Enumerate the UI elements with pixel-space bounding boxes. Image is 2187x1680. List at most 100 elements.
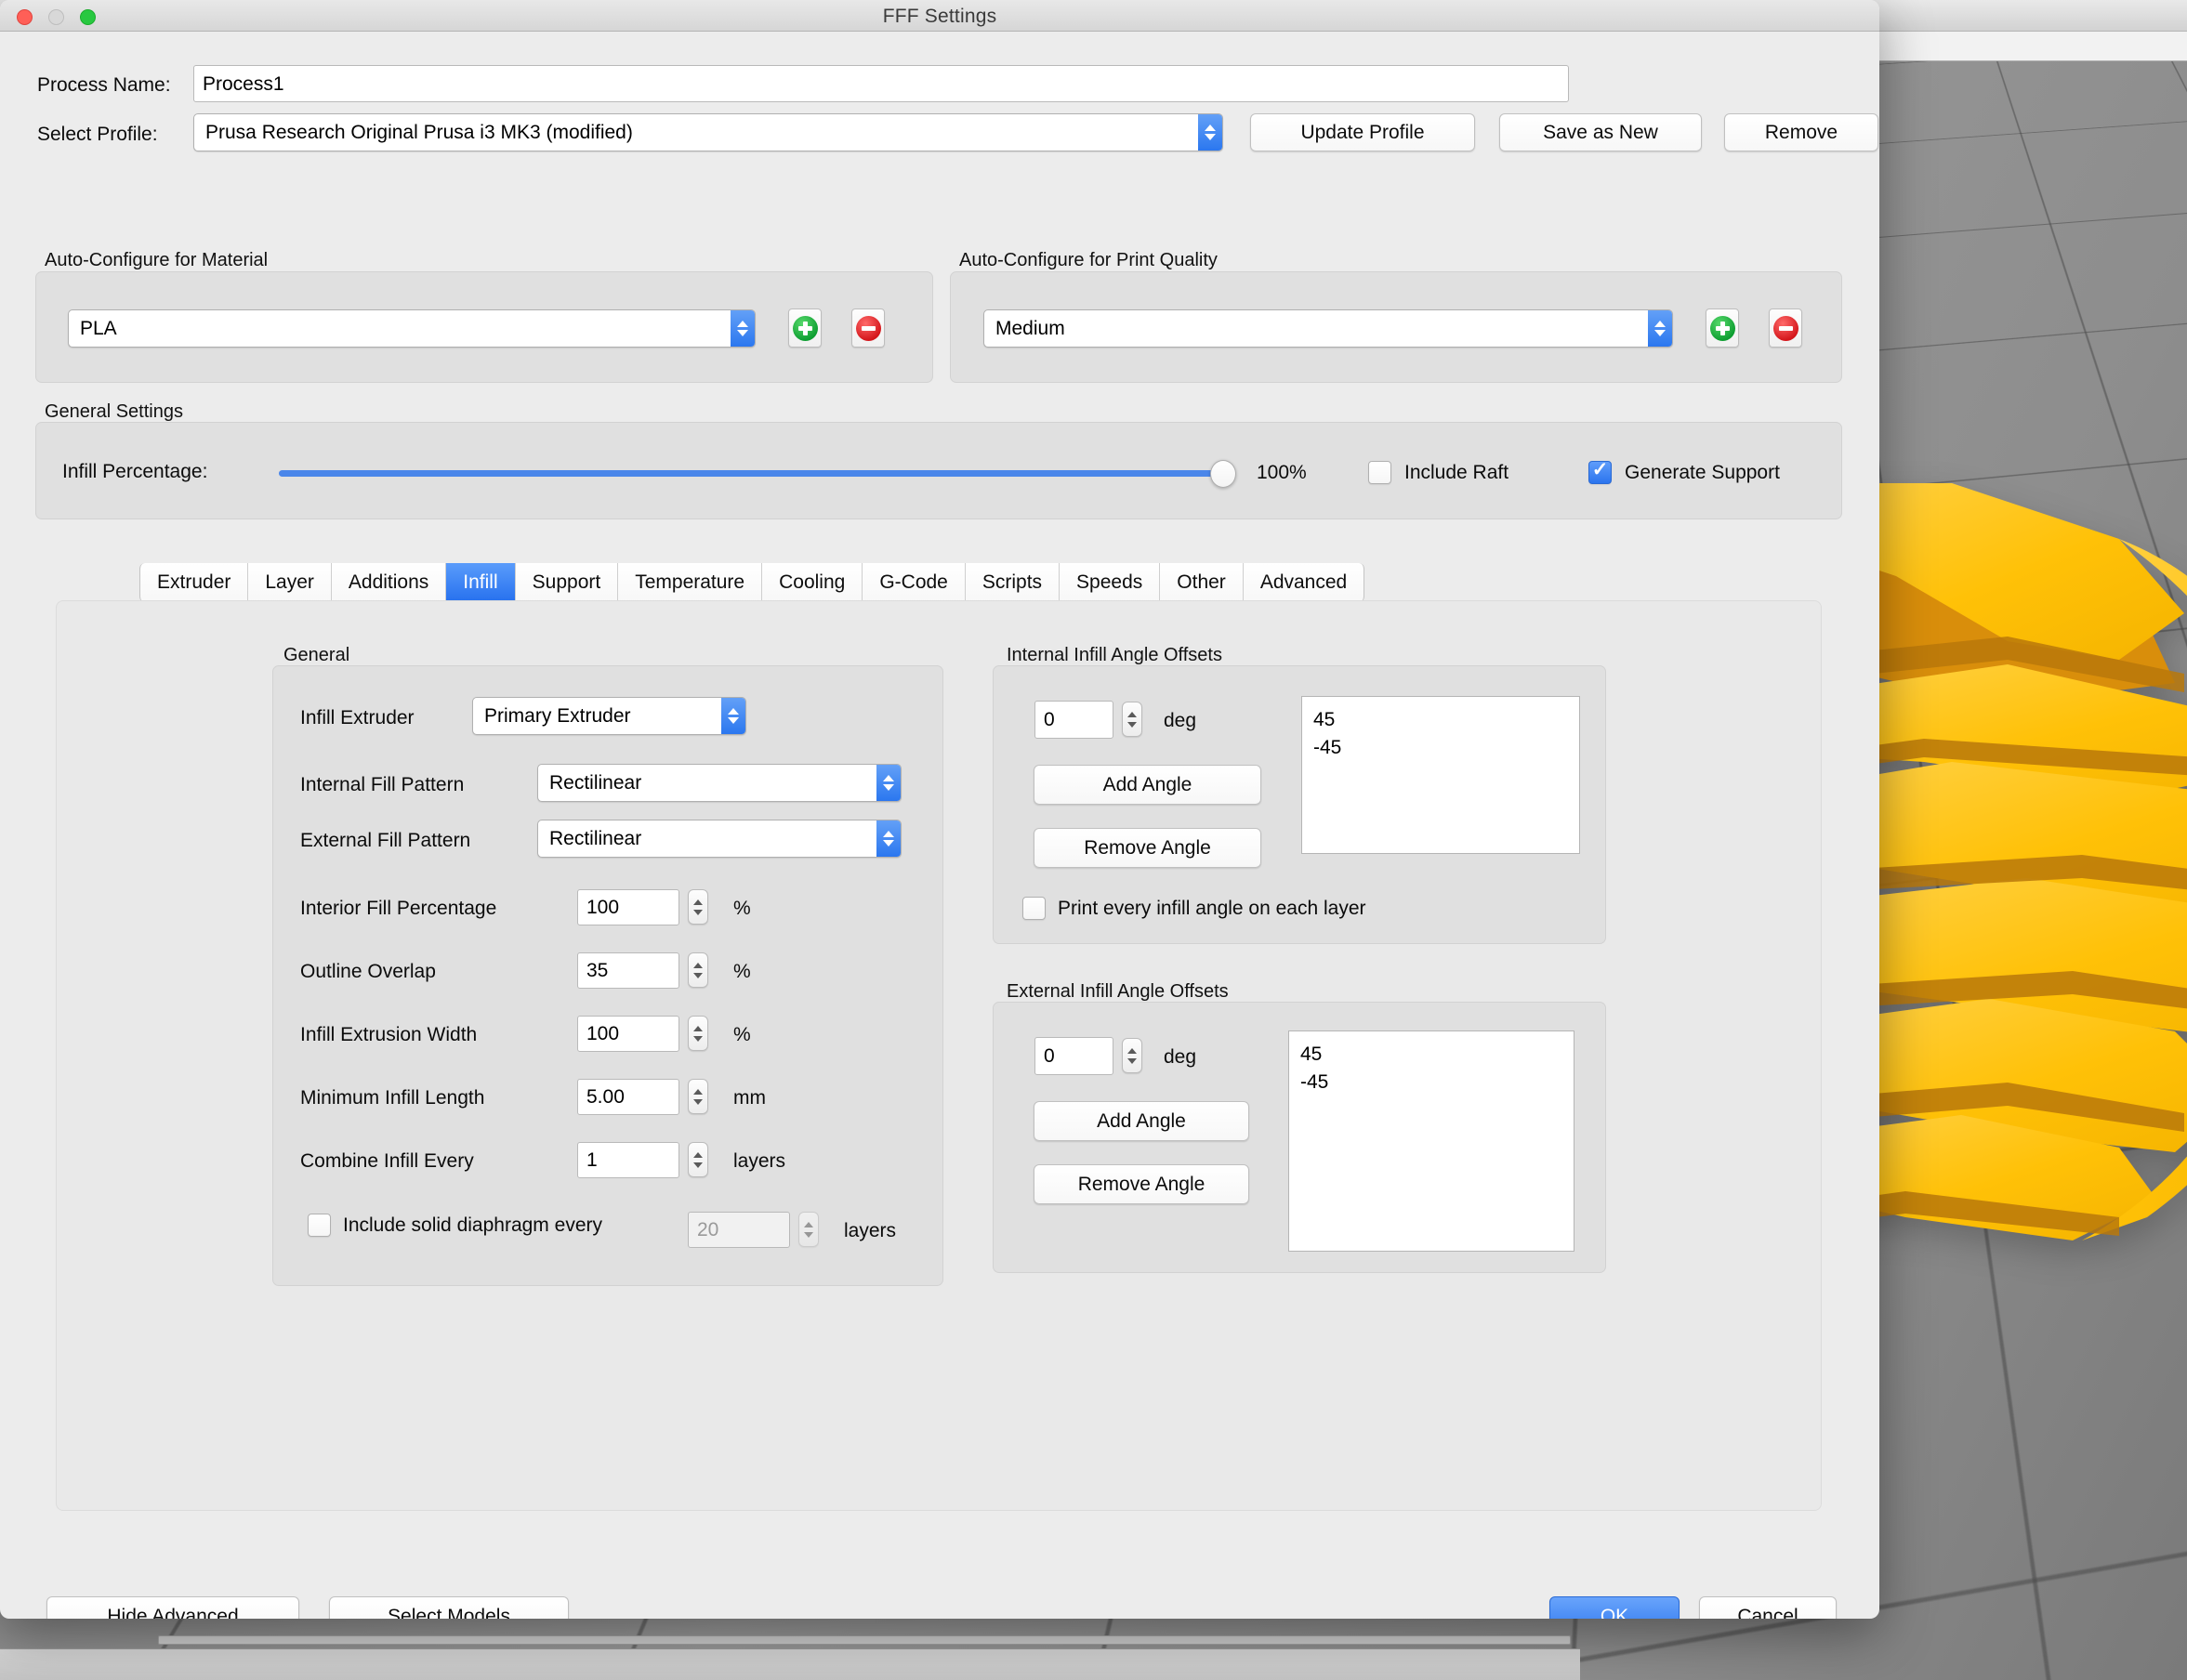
solid-diaphragm-input[interactable]: 20 [688,1212,790,1248]
tab-additions[interactable]: Additions [331,563,447,602]
plus-circle-icon [1709,315,1735,341]
dialog-titlebar[interactable]: FFF Settings [0,0,1879,32]
print-every-angle-checkbox-row[interactable]: Print every infill angle on each layer [1022,897,1366,920]
internal-remove-angle-button[interactable]: Remove Angle [1034,828,1261,868]
save-as-new-button[interactable]: Save as New [1499,113,1702,151]
print-every-angle-label: Print every infill angle on each layer [1058,897,1366,919]
generate-support-checkbox-row[interactable]: Generate Support [1588,458,1780,484]
outline-overlap-input[interactable]: 35 [577,952,679,989]
include-raft-checkbox-row[interactable]: Include Raft [1368,461,1509,484]
infill-extrusion-width-label: Infill Extrusion Width [300,1024,478,1045]
remove-quality-button[interactable] [1769,308,1802,348]
external-fill-pattern-label: External Fill Pattern [300,830,471,851]
print-every-angle-checkbox[interactable] [1022,897,1046,920]
external-angle-stepper[interactable] [1122,1038,1142,1073]
combine-infill-every-input[interactable]: 1 [577,1142,679,1178]
chevron-updown-icon [876,820,901,857]
3d-model-yellow[interactable] [1840,483,2187,1319]
external-add-angle-button[interactable]: Add Angle [1034,1101,1249,1141]
list-item[interactable]: -45 [1313,734,1568,762]
chevron-updown-icon [1198,114,1222,151]
list-item[interactable]: -45 [1300,1069,1562,1096]
tab-cooling[interactable]: Cooling [762,563,863,602]
internal-angle-unit: deg [1164,710,1197,731]
tab-layer[interactable]: Layer [248,563,332,602]
tab-extruder[interactable]: Extruder [139,563,249,602]
minus-circle-icon [1772,315,1798,341]
tab-support[interactable]: Support [515,563,619,602]
material-dropdown[interactable]: PLA [68,309,756,348]
tab-speeds[interactable]: Speeds [1060,563,1161,602]
infill-percentage-label: Infill Percentage: [62,461,208,482]
minimum-infill-length-input[interactable]: 5.00 [577,1079,679,1115]
auto-material-group-label: Auto-Configure for Material [45,250,269,270]
internal-angle-input[interactable]: 0 [1034,701,1113,739]
remove-profile-button[interactable]: Remove [1724,113,1878,151]
background-window-scrollbar[interactable] [158,1635,1571,1645]
solid-diaphragm-checkbox-row[interactable]: Include solid diaphragm every [308,1214,602,1237]
infill-extruder-dropdown[interactable]: Primary Extruder [472,697,746,735]
minimum-infill-length-label: Minimum Infill Length [300,1087,485,1109]
tab-advanced[interactable]: Advanced [1243,563,1365,602]
chevron-updown-icon [731,310,755,347]
infill-general-group-label: General [283,645,350,665]
infill-extrusion-width-stepper[interactable] [688,1016,708,1051]
internal-fill-pattern-dropdown[interactable]: Rectilinear [537,764,902,802]
ok-button[interactable]: OK [1549,1596,1680,1619]
internal-angle-stepper[interactable] [1122,702,1142,737]
tab-gcode[interactable]: G-Code [863,563,966,602]
background-window-toolbar [1879,32,2187,61]
process-name-label: Process Name: [37,74,171,96]
dialog-title: FFF Settings [882,6,997,27]
tab-scripts[interactable]: Scripts [965,563,1061,602]
print-quality-dropdown[interactable]: Medium [983,309,1673,348]
hide-advanced-button[interactable]: Hide Advanced [46,1596,299,1619]
chevron-updown-icon [876,765,901,801]
tab-temperature[interactable]: Temperature [618,563,763,602]
minimum-infill-length-stepper[interactable] [688,1079,708,1114]
infill-extrusion-width-input[interactable]: 100 [577,1016,679,1052]
minimum-infill-length-unit: mm [733,1087,766,1109]
outline-overlap-stepper[interactable] [688,952,708,988]
solid-diaphragm-unit: layers [844,1220,897,1241]
include-raft-checkbox[interactable] [1368,461,1391,484]
internal-add-angle-button[interactable]: Add Angle [1034,765,1261,805]
tab-infill[interactable]: Infill [446,563,516,602]
external-angle-input[interactable]: 0 [1034,1037,1113,1075]
tab-other[interactable]: Other [1160,563,1244,602]
interior-fill-percentage-input[interactable]: 100 [577,889,679,925]
process-name-input[interactable]: Process1 [193,65,1569,102]
background-window-footer [0,1648,1580,1680]
infill-percentage-slider-knob[interactable] [1210,460,1236,488]
list-item[interactable]: 45 [1313,706,1568,734]
solid-diaphragm-stepper[interactable] [798,1212,819,1247]
external-angles-list[interactable]: 45 -45 [1288,1030,1574,1252]
infill-percentage-slider-track[interactable] [279,470,1225,477]
internal-fill-pattern-label: Internal Fill Pattern [300,774,465,795]
select-models-button[interactable]: Select Models [329,1596,569,1619]
external-fill-pattern-dropdown[interactable]: Rectilinear [537,820,902,858]
settings-tabbar[interactable]: Extruder Layer Additions Infill Support … [139,563,1365,602]
combine-infill-every-stepper[interactable] [688,1142,708,1177]
internal-angles-group-label: Internal Infill Angle Offsets [1007,645,1222,665]
remove-material-button[interactable] [851,308,885,348]
interior-fill-percentage-stepper[interactable] [688,889,708,925]
select-profile-dropdown[interactable]: Prusa Research Original Prusa i3 MK3 (mo… [193,113,1223,151]
update-profile-button[interactable]: Update Profile [1250,113,1475,151]
plus-circle-icon [792,315,818,341]
material-value: PLA [80,317,117,339]
add-quality-button[interactable] [1706,308,1739,348]
generate-support-checkbox[interactable] [1588,458,1612,484]
external-remove-angle-button[interactable]: Remove Angle [1034,1164,1249,1204]
minus-circle-icon [855,315,881,341]
combine-infill-every-label: Combine Infill Every [300,1150,474,1172]
cancel-button[interactable]: Cancel [1699,1596,1837,1619]
interior-fill-percentage-unit: % [733,898,751,919]
list-item[interactable]: 45 [1300,1041,1562,1069]
add-material-button[interactable] [788,308,822,348]
solid-diaphragm-label: Include solid diaphragm every [343,1214,602,1236]
internal-angles-list[interactable]: 45 -45 [1301,696,1580,854]
chevron-updown-icon [721,698,745,734]
solid-diaphragm-checkbox[interactable] [308,1214,331,1237]
infill-extruder-value: Primary Extruder [484,704,631,727]
